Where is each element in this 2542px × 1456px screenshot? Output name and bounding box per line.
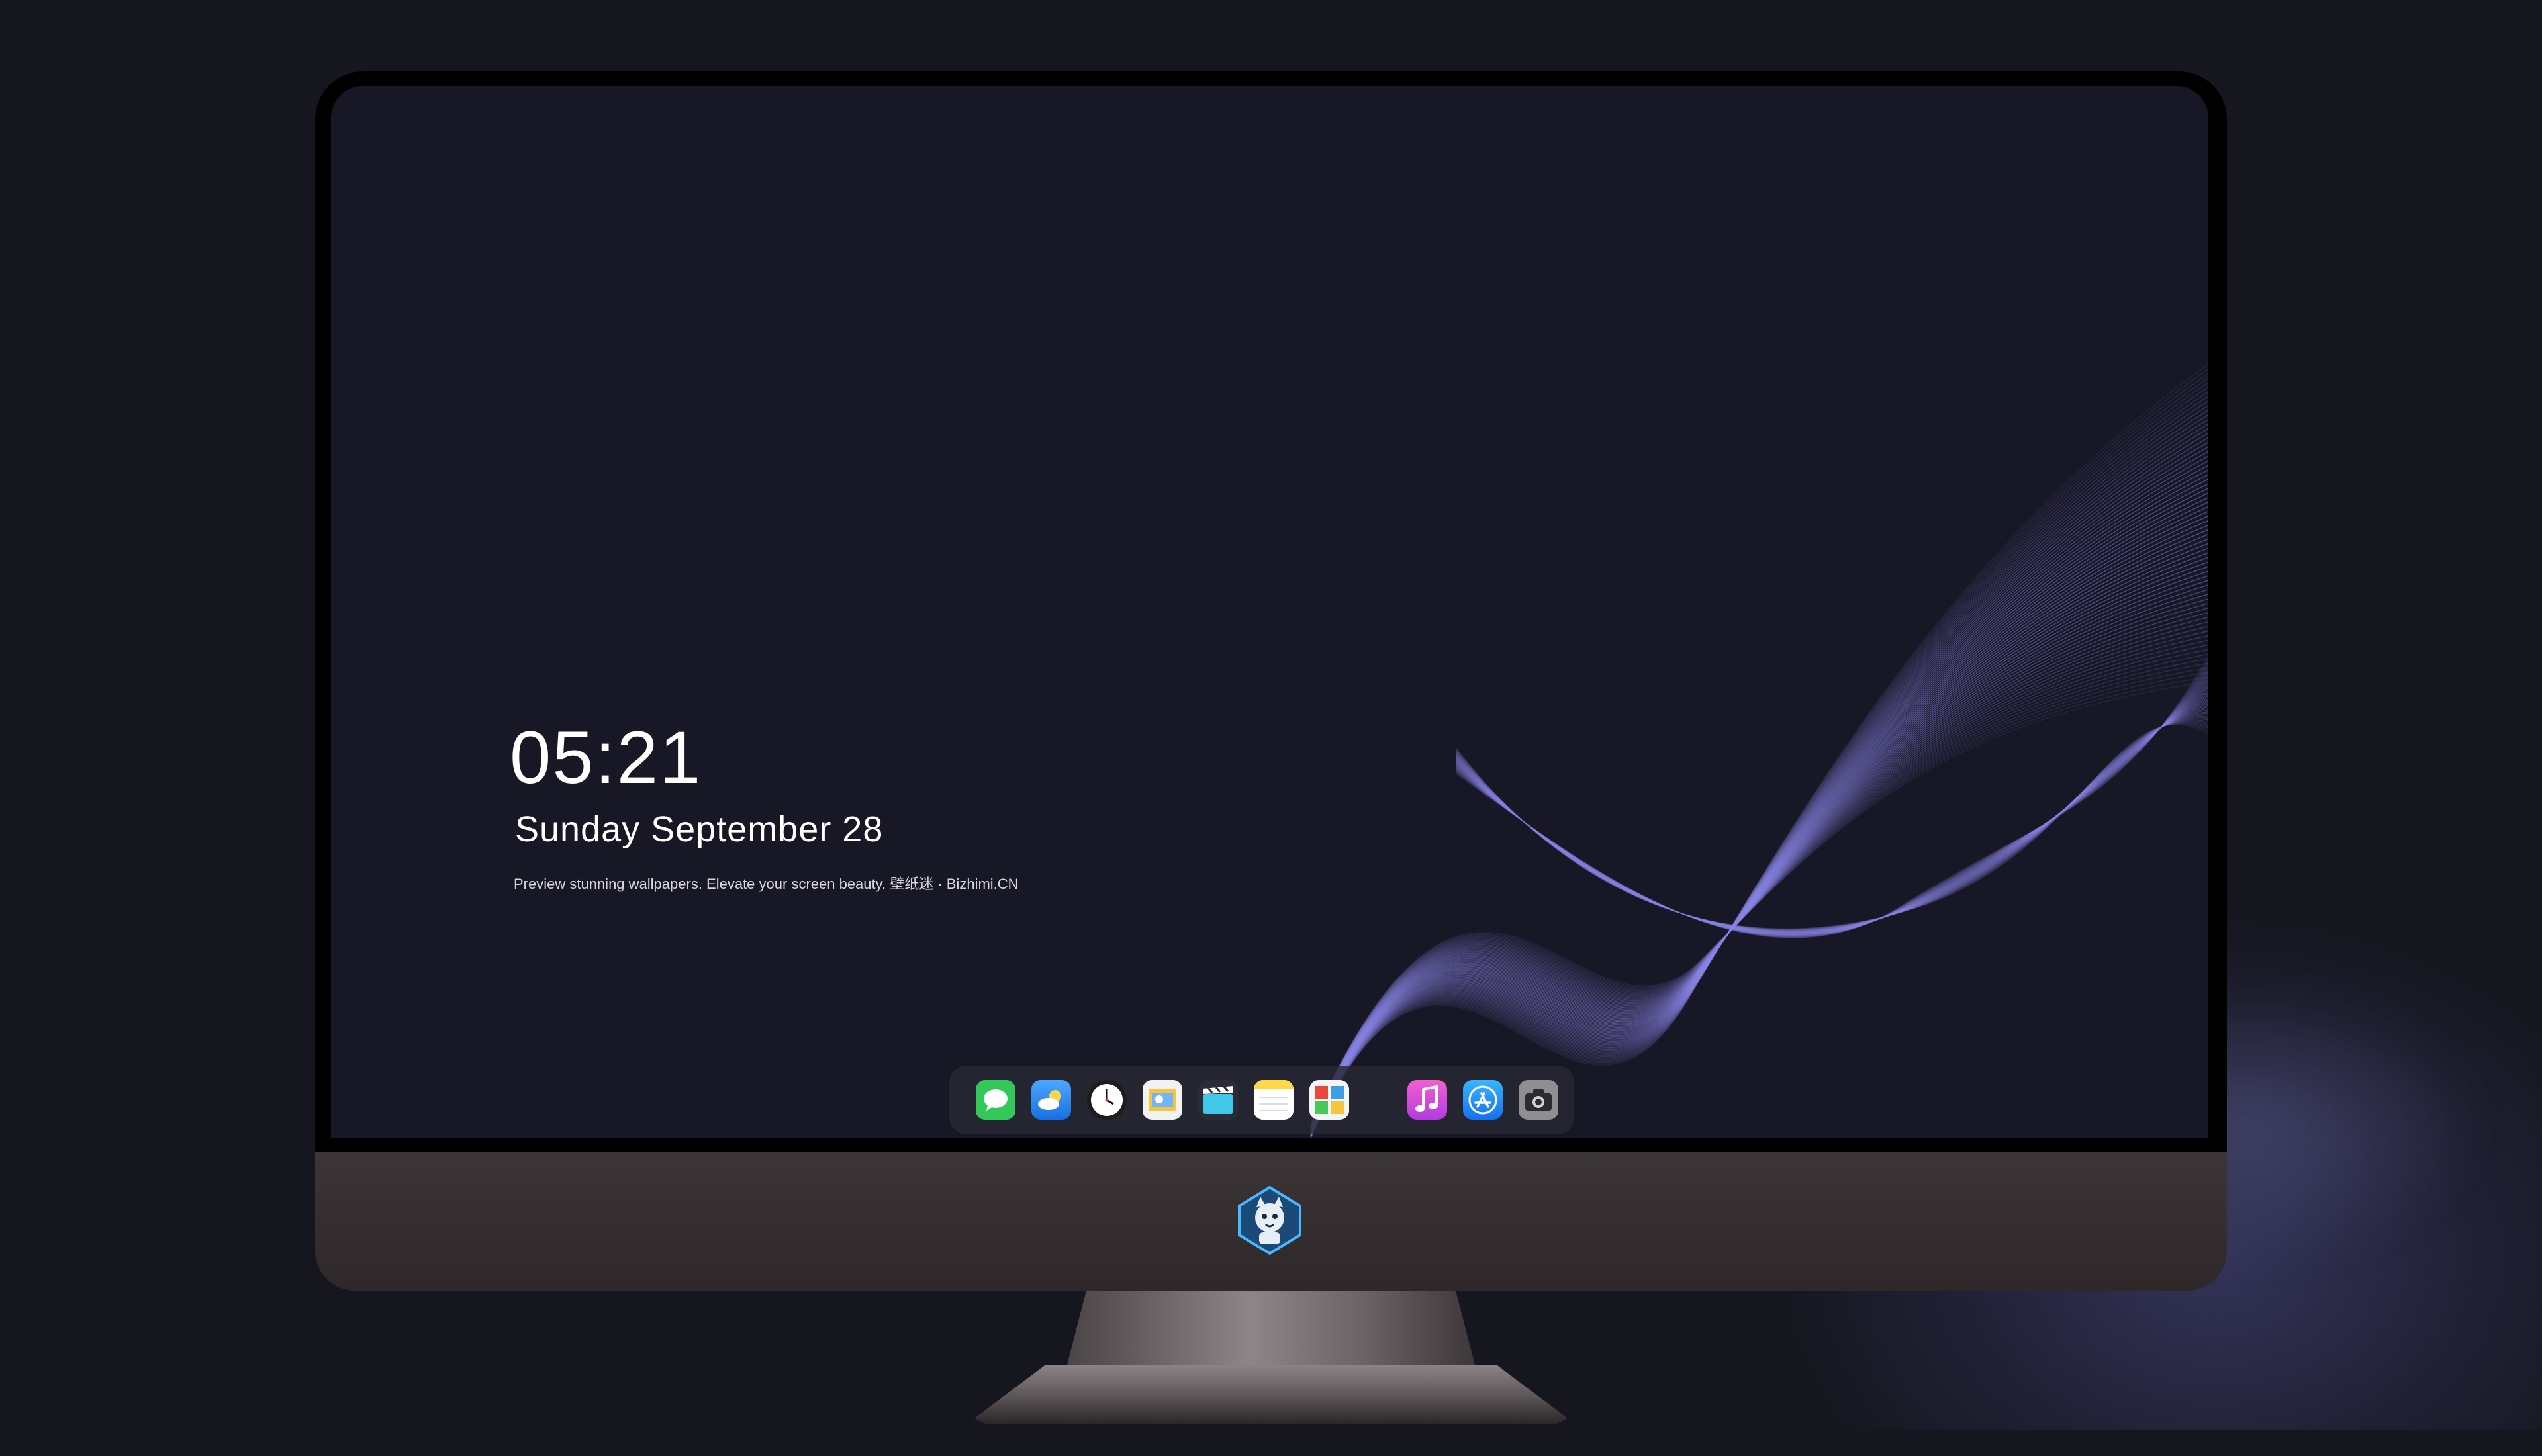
wave-line: [1310, 580, 2208, 1130]
wave-line: [1310, 451, 2208, 1135]
wave-line: [1310, 681, 2208, 1126]
wave-line: [1310, 589, 2208, 1130]
preview-icon[interactable]: [1143, 1080, 1182, 1120]
wave-line: [1310, 460, 2208, 1135]
wave-line: [1310, 363, 2208, 1138]
wave-line: [1310, 414, 2208, 1137]
photo-booth-icon[interactable]: [1309, 1080, 1349, 1120]
wave-line: [1310, 584, 2208, 1130]
music-icon[interactable]: [1407, 1080, 1447, 1120]
wave-line: [1310, 630, 2208, 1128]
wallpaper-wave-art: [1310, 363, 2208, 1138]
wave-line: [1310, 387, 2208, 1138]
wave-line: [1310, 446, 2208, 1136]
wave-line: [1310, 510, 2208, 1133]
wave-line: [1310, 594, 2208, 1129]
wave-line: [1310, 543, 2208, 1131]
weather-icon[interactable]: [1031, 1080, 1071, 1120]
wave-line: [1310, 391, 2208, 1138]
wave-line: [1310, 621, 2208, 1128]
messages-icon[interactable]: [976, 1080, 1015, 1120]
wave-line: [1310, 625, 2208, 1128]
wave-line: [1310, 538, 2208, 1132]
wave-line: [1310, 575, 2208, 1130]
clock-icon[interactable]: [1087, 1080, 1127, 1120]
clips-icon[interactable]: [1198, 1080, 1238, 1120]
wave-line: [1310, 400, 2208, 1137]
wave-line: [1310, 483, 2208, 1134]
wave-line: [1310, 492, 2208, 1134]
wave-line: [1310, 515, 2208, 1132]
wave-line: [1310, 428, 2208, 1136]
wallpaper-tagline: Preview stunning wallpapers. Elevate you…: [514, 876, 1019, 892]
wave-line: [1310, 524, 2208, 1132]
monitor-screen: 05:21 Sunday September 28 Preview stunni…: [331, 86, 2208, 1138]
notes-icon[interactable]: [1254, 1080, 1294, 1120]
wave-line: [1310, 455, 2208, 1135]
dock: [949, 1066, 1574, 1134]
wave-line: [1310, 557, 2208, 1131]
wave-line: [1310, 612, 2208, 1128]
wave-line: [1310, 552, 2208, 1131]
wave-line: [1310, 396, 2208, 1138]
mascot-logo-icon: [1238, 1185, 1301, 1255]
wave-line: [1310, 506, 2208, 1133]
app-store-icon[interactable]: [1463, 1080, 1503, 1120]
lock-screen-date: Sunday September 28: [515, 809, 884, 849]
camera-icon[interactable]: [1519, 1080, 1558, 1120]
wave-line: [1310, 373, 2208, 1138]
wave-line: [1310, 616, 2208, 1128]
lock-screen-time: 05:21: [510, 716, 702, 799]
monitor-stand-neck: [1066, 1291, 1476, 1370]
wave-line: [1310, 547, 2208, 1131]
wave-line: [1310, 520, 2208, 1132]
wave-line: [1310, 488, 2208, 1134]
wave-line: [1310, 418, 2208, 1136]
monitor-stand-base: [974, 1365, 1568, 1424]
wave-line: [1310, 423, 2208, 1136]
wave-line: [1310, 368, 2208, 1138]
